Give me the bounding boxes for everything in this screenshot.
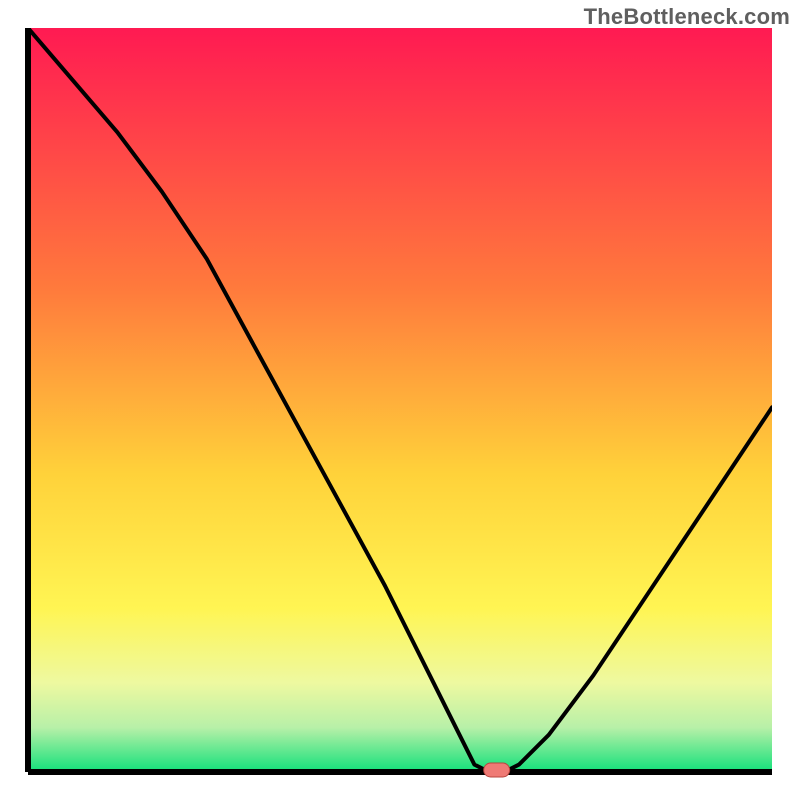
watermark-text: TheBottleneck.com	[584, 4, 790, 30]
plot-background	[28, 28, 772, 772]
chart-frame: TheBottleneck.com	[0, 0, 800, 800]
optimal-marker	[484, 763, 510, 777]
chart-svg	[0, 0, 800, 800]
